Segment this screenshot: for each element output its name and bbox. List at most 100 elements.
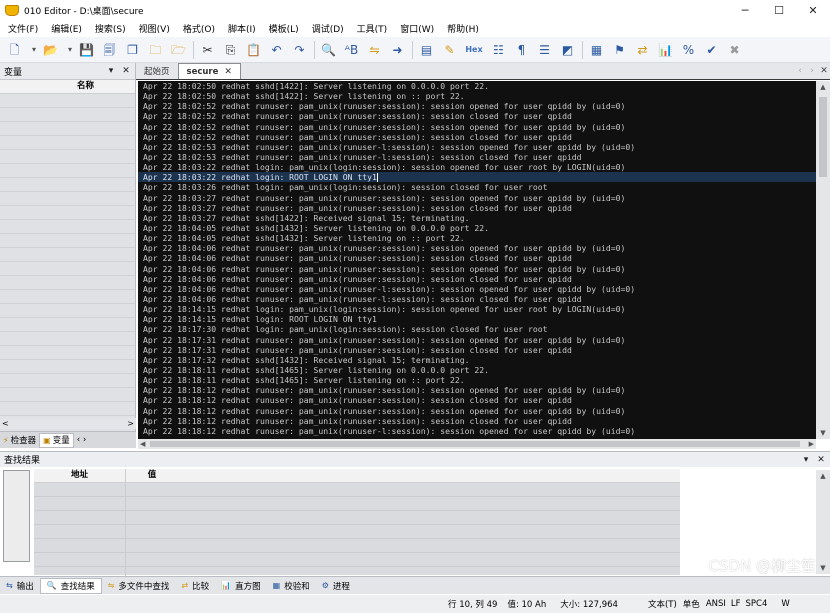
stop-icon[interactable]: ✖ — [726, 41, 743, 58]
text-editor[interactable]: Apr 22 18:02:50 redhat sshd[1422]: Serve… — [138, 81, 816, 439]
value-column-header[interactable]: 值 — [126, 469, 178, 482]
menu-help[interactable]: 帮助(H) — [442, 22, 484, 35]
editor-line[interactable]: Apr 22 18:02:53 redhat runuser: pam_unix… — [138, 152, 816, 162]
dropdown-icon[interactable]: ▾ — [105, 66, 117, 76]
copy-icon[interactable]: ⎘ — [222, 41, 239, 58]
find-results-scrollbar[interactable]: ▲ ▼ — [816, 470, 830, 574]
editor-line[interactable]: Apr 22 18:18:12 redhat runuser: pam_unix… — [138, 385, 816, 395]
scroll-left-icon[interactable]: ◀ — [140, 440, 145, 448]
scroll-down-icon[interactable]: ▼ — [816, 562, 830, 574]
find-in-files-icon[interactable]: ⇋ — [366, 41, 383, 58]
variables-horizontal-scrollbar[interactable]: < > — [0, 418, 136, 429]
close-window-button[interactable]: ✕ — [796, 0, 830, 20]
wrap-icon[interactable]: ☰ — [536, 41, 553, 58]
chevron-left-icon[interactable]: ‹ — [794, 66, 806, 76]
name-column-header[interactable]: 名称 — [0, 80, 135, 94]
menu-format[interactable]: 格式(O) — [178, 22, 220, 35]
editor-line[interactable]: Apr 22 18:18:12 redhat runuser: pam_unix… — [138, 416, 816, 426]
menu-template[interactable]: 模板(L) — [264, 22, 304, 35]
menu-edit[interactable]: 编辑(E) — [46, 22, 87, 35]
undo-icon[interactable]: ↶ — [268, 41, 285, 58]
editor-line[interactable]: Apr 22 18:17:31 redhat runuser: pam_unix… — [138, 345, 816, 355]
folder-icon[interactable]: 🗀 — [147, 41, 164, 58]
editor-line[interactable]: Apr 22 18:04:06 redhat runuser: pam_unix… — [138, 264, 816, 274]
tab-process[interactable]: ⚙ 进程 — [316, 578, 356, 594]
editor-line[interactable]: Apr 22 18:02:50 redhat sshd[1422]: Serve… — [138, 81, 816, 91]
folders-icon[interactable]: 🗁 — [170, 41, 187, 58]
editor-line[interactable]: Apr 22 18:03:27 redhat runuser: pam_unix… — [138, 203, 816, 213]
editor-line[interactable]: Apr 22 18:17:31 redhat runuser: pam_unix… — [138, 335, 816, 345]
menu-view[interactable]: 视图(V) — [134, 22, 175, 35]
tab-scroll-icon[interactable]: ‹ › — [74, 433, 90, 448]
highlight-icon[interactable]: ◩ — [559, 41, 576, 58]
chevron-right-icon[interactable]: › — [806, 66, 818, 76]
line-ending[interactable]: LF — [731, 599, 741, 609]
editor-line[interactable]: Apr 22 18:04:06 redhat runuser: pam_unix… — [138, 294, 816, 304]
editor-line[interactable]: Apr 22 18:04:06 redhat runuser: pam_unix… — [138, 253, 816, 263]
editor-line[interactable]: Apr 22 18:18:11 redhat sshd[1465]: Serve… — [138, 375, 816, 385]
close-tab-icon[interactable]: ✕ — [224, 67, 232, 77]
calculator-icon[interactable]: ▦ — [588, 41, 605, 58]
cut-icon[interactable]: ✂ — [199, 41, 216, 58]
compare-icon[interactable]: ⇄ — [634, 41, 651, 58]
paste-icon[interactable]: 📋 — [245, 41, 262, 58]
tab-find-results[interactable]: 🔍 查找结果 — [39, 577, 102, 594]
editor-line[interactable]: Apr 22 18:03:27 redhat runuser: pam_unix… — [138, 193, 816, 203]
editor-line[interactable]: Apr 22 18:04:06 redhat runuser: pam_unix… — [138, 284, 816, 294]
close-icon[interactable]: ✕ — [815, 455, 827, 465]
tab-setting[interactable]: SPC4 — [746, 599, 768, 609]
editor-line[interactable]: Apr 22 18:02:50 redhat sshd[1422]: Serve… — [138, 91, 816, 101]
editor-line[interactable]: Apr 22 18:03:22 redhat login: pam_unix(l… — [138, 162, 816, 172]
scroll-down-icon[interactable]: ▼ — [816, 427, 830, 439]
chevron-down-icon[interactable]: ▾ — [65, 41, 75, 58]
scrollbar-thumb[interactable] — [150, 441, 800, 447]
editor-line[interactable]: Apr 22 18:14:15 redhat login: pam_unix(l… — [138, 304, 816, 314]
percent-icon[interactable]: % — [680, 41, 697, 58]
scrollbar-thumb[interactable] — [819, 97, 827, 177]
editor-line[interactable]: Apr 22 18:03:22 redhat login: ROOT LOGIN… — [138, 172, 816, 183]
editor-line[interactable]: Apr 22 18:02:52 redhat runuser: pam_unix… — [138, 132, 816, 142]
scroll-right-icon[interactable]: > — [127, 419, 134, 428]
editor-line[interactable]: Apr 22 18:18:11 redhat sshd[1465]: Serve… — [138, 365, 816, 375]
script-icon[interactable]: ✎ — [441, 41, 458, 58]
columns-icon[interactable]: ☷ — [490, 41, 507, 58]
editor-line[interactable]: Apr 22 18:02:52 redhat runuser: pam_unix… — [138, 122, 816, 132]
editor-line[interactable]: Apr 22 18:04:06 redhat runuser: pam_unix… — [138, 274, 816, 284]
close-icon[interactable]: ✕ — [120, 66, 132, 76]
scroll-up-icon[interactable]: ▲ — [816, 81, 830, 93]
maximize-button[interactable]: ☐ — [762, 0, 796, 20]
editor-line[interactable]: Apr 22 18:02:52 redhat runuser: pam_unix… — [138, 111, 816, 121]
editor-line[interactable]: Apr 22 18:02:53 redhat runuser: pam_unix… — [138, 142, 816, 152]
menu-script[interactable]: 脚本(I) — [223, 22, 261, 35]
template-icon[interactable]: ▤ — [418, 41, 435, 58]
menu-tools[interactable]: 工具(T) — [352, 22, 393, 35]
scroll-right-icon[interactable]: ▶ — [809, 440, 814, 448]
editor-line[interactable]: Apr 22 18:17:30 redhat login: pam_unix(l… — [138, 324, 816, 334]
replace-icon[interactable]: ᴬB — [343, 41, 360, 58]
goto-icon[interactable]: ➜ — [389, 41, 406, 58]
copy-pages-icon[interactable]: ❐ — [124, 41, 141, 58]
menu-file[interactable]: 文件(F) — [3, 22, 43, 35]
save-icon[interactable]: 💾 — [78, 41, 95, 58]
editor-line[interactable]: Apr 22 18:04:05 redhat sshd[1432]: Serve… — [138, 223, 816, 233]
tab-checksum[interactable]: ▦ 校验和 — [267, 578, 316, 594]
tab-secure[interactable]: secure ✕ — [177, 63, 241, 79]
editor-line[interactable]: Apr 22 18:03:26 redhat login: pam_unix(l… — [138, 182, 816, 192]
editor-line[interactable]: Apr 22 18:04:05 redhat sshd[1432]: Serve… — [138, 233, 816, 243]
editor-line[interactable]: Apr 22 18:17:32 redhat sshd[1432]: Recei… — [138, 355, 816, 365]
menu-debug[interactable]: 调试(D) — [307, 22, 349, 35]
menu-window[interactable]: 窗口(W) — [395, 22, 439, 35]
minimize-button[interactable]: ─ — [728, 0, 762, 20]
dropdown-icon[interactable]: ▾ — [800, 455, 812, 465]
new-file-icon[interactable]: 🗋 — [6, 41, 23, 58]
encoding[interactable]: ANSI — [706, 599, 726, 609]
editor-line[interactable]: Apr 22 18:18:12 redhat runuser: pam_unix… — [138, 395, 816, 405]
redo-icon[interactable]: ↷ — [291, 41, 308, 58]
write-mode[interactable]: W — [781, 599, 789, 609]
tab-output[interactable]: ⇆ 输出 — [0, 578, 40, 594]
scroll-left-icon[interactable]: < — [2, 419, 9, 428]
editor-line[interactable]: Apr 22 18:18:12 redhat runuser: pam_unix… — [138, 426, 816, 436]
editor-line[interactable]: Apr 22 18:14:15 redhat login: ROOT LOGIN… — [138, 314, 816, 324]
close-icon[interactable]: ✕ — [818, 66, 830, 76]
tab-find-in-files[interactable]: ⇋ 多文件中查找 — [102, 578, 176, 594]
